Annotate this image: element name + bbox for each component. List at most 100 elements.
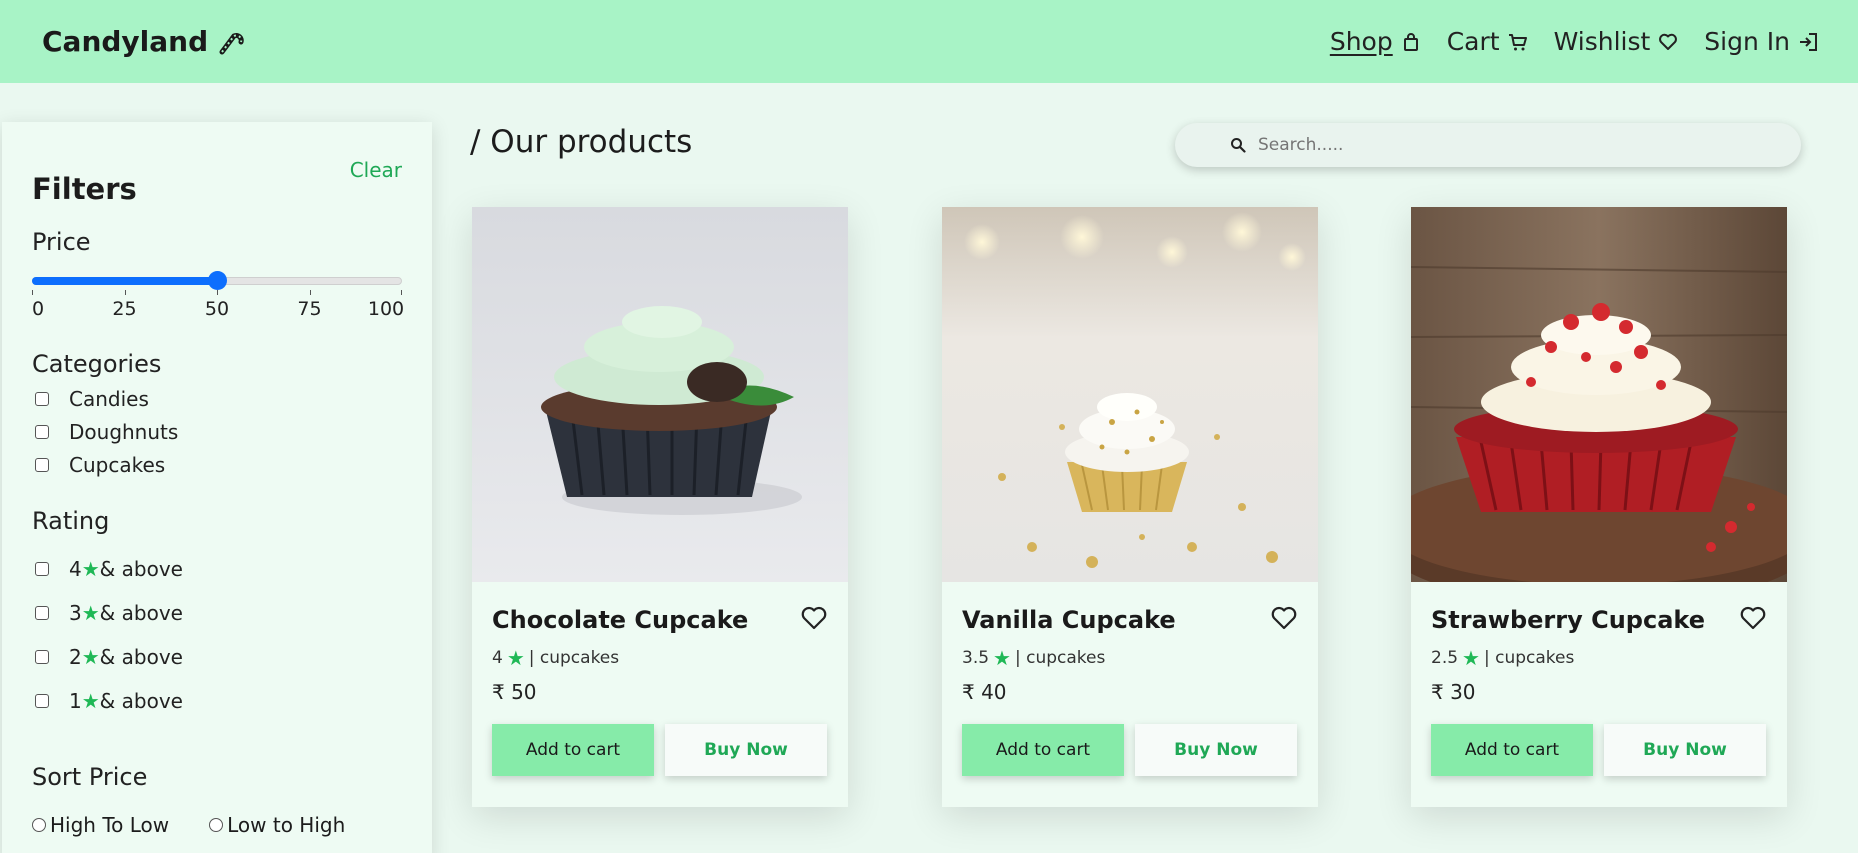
product-category: | cupcakes bbox=[1483, 648, 1575, 668]
product-card-chocolate[interactable]: Chocolate Cupcake 4 ★ | cupcakes ₹ 50 Ad… bbox=[472, 207, 848, 807]
rating-3-checkbox[interactable] bbox=[35, 606, 49, 620]
nav-cart-label: Cart bbox=[1446, 27, 1500, 56]
star-icon: ★ bbox=[993, 646, 1011, 670]
rating-1-checkbox[interactable] bbox=[35, 694, 49, 708]
search-bar[interactable] bbox=[1175, 123, 1801, 167]
sort-high-to-low[interactable]: High To Low bbox=[32, 813, 169, 837]
rating-1-above[interactable]: 1★& above bbox=[32, 689, 402, 713]
category-label: Cupcakes bbox=[69, 453, 166, 477]
product-rating: 3.5 bbox=[962, 648, 990, 668]
add-to-cart-button[interactable]: Add to cart bbox=[962, 724, 1124, 776]
rating-suffix: & above bbox=[99, 689, 183, 713]
main-nav: Shop Cart Wishlist Sign In bbox=[1330, 27, 1818, 56]
slider-tick-label: 75 bbox=[297, 298, 322, 320]
top-navbar: Candyland Shop Cart Wishlist Sign In bbox=[0, 0, 1858, 83]
product-meta: 3.5 ★ | cupcakes bbox=[962, 646, 1298, 670]
product-title: Vanilla Cupcake bbox=[962, 606, 1176, 634]
category-label: Doughnuts bbox=[69, 420, 179, 444]
brand-logo[interactable]: Candyland bbox=[42, 25, 244, 58]
category-doughnuts-checkbox[interactable] bbox=[35, 425, 49, 439]
sort-low-to-high[interactable]: Low to High bbox=[209, 813, 345, 837]
rating-label: 4★& above bbox=[69, 557, 183, 581]
buy-now-button[interactable]: Buy Now bbox=[665, 724, 827, 776]
cart-icon bbox=[1508, 33, 1527, 50]
product-card-vanilla[interactable]: Vanilla Cupcake 3.5 ★ | cupcakes ₹ 40 Ad… bbox=[942, 207, 1318, 807]
price-slider[interactable]: 0 25 50 75 100 bbox=[32, 270, 404, 320]
sort-price-title: Sort Price bbox=[32, 763, 148, 791]
product-meta: 4 ★ | cupcakes bbox=[492, 646, 828, 670]
price-slider-ticks bbox=[32, 290, 402, 296]
buy-now-button[interactable]: Buy Now bbox=[1135, 724, 1297, 776]
product-rating: 2.5 bbox=[1431, 648, 1459, 668]
star-icon: ★ bbox=[506, 646, 525, 670]
slider-tick bbox=[401, 290, 402, 295]
category-candies[interactable]: Candies bbox=[32, 387, 402, 411]
star-icon: ★ bbox=[81, 645, 100, 669]
rating-suffix: & above bbox=[99, 557, 183, 581]
brand-name: Candyland bbox=[42, 25, 209, 58]
star-icon: ★ bbox=[1462, 646, 1480, 670]
product-image-strawberry-cupcake[interactable] bbox=[1411, 207, 1787, 582]
price-slider-fill bbox=[32, 277, 217, 285]
buy-now-button[interactable]: Buy Now bbox=[1604, 724, 1766, 776]
rating-4-above[interactable]: 4★& above bbox=[32, 557, 402, 581]
rating-3-above[interactable]: 3★& above bbox=[32, 601, 402, 625]
wishlist-heart-icon[interactable] bbox=[1739, 604, 1767, 632]
rating-label: 1★& above bbox=[69, 689, 183, 713]
price-slider-thumb[interactable] bbox=[208, 271, 227, 290]
add-to-cart-button[interactable]: Add to cart bbox=[1431, 724, 1593, 776]
rating-value: 4 bbox=[69, 557, 82, 581]
rating-value: 1 bbox=[69, 689, 82, 713]
sort-low-to-high-radio[interactable] bbox=[209, 818, 224, 832]
product-card-strawberry[interactable]: Strawberry Cupcake 2.5 ★ | cupcakes ₹ 30… bbox=[1411, 207, 1787, 807]
sort-label: High To Low bbox=[50, 813, 170, 837]
filters-sidebar: Filters Clear Price 0 25 50 75 100 Categorie… bbox=[2, 122, 432, 853]
product-title: Strawberry Cupcake bbox=[1431, 606, 1705, 634]
wishlist-heart-icon[interactable] bbox=[800, 604, 828, 632]
nav-wishlist-label: Wishlist bbox=[1553, 27, 1651, 56]
star-icon: ★ bbox=[81, 601, 100, 625]
category-doughnuts[interactable]: Doughnuts bbox=[32, 420, 402, 444]
category-label: Candies bbox=[69, 387, 149, 411]
sort-high-to-low-radio[interactable] bbox=[32, 818, 46, 832]
clear-filters-button[interactable]: Clear bbox=[350, 158, 402, 182]
shopping-bag-icon bbox=[1403, 32, 1418, 51]
product-image-vanilla-cupcake[interactable] bbox=[942, 207, 1318, 582]
product-price: ₹ 30 bbox=[1431, 680, 1476, 704]
add-to-cart-button[interactable]: Add to cart bbox=[492, 724, 654, 776]
product-category: | cupcakes bbox=[528, 648, 620, 668]
product-image-chocolate-cupcake[interactable] bbox=[472, 207, 848, 582]
slider-tick-label: 50 bbox=[204, 298, 230, 320]
slider-tick-label: 25 bbox=[112, 298, 137, 320]
product-rating: 4 bbox=[492, 648, 503, 668]
heart-icon bbox=[1659, 33, 1678, 50]
nav-wishlist[interactable]: Wishlist bbox=[1554, 27, 1679, 56]
rating-2-checkbox[interactable] bbox=[35, 650, 49, 664]
rating-suffix: & above bbox=[99, 645, 183, 669]
rating-2-above[interactable]: 2★& above bbox=[32, 645, 402, 669]
nav-signin[interactable]: Sign In bbox=[1704, 27, 1818, 56]
rating-suffix: & above bbox=[99, 601, 183, 625]
nav-signin-label: Sign In bbox=[1704, 27, 1790, 56]
slider-tick-label: 100 bbox=[367, 298, 405, 320]
slider-tick bbox=[32, 290, 33, 295]
search-input[interactable] bbox=[1258, 135, 1758, 155]
rating-value: 3 bbox=[69, 601, 82, 625]
slider-tick-label: 0 bbox=[31, 298, 45, 320]
star-icon: ★ bbox=[81, 689, 100, 713]
product-category: | cupcakes bbox=[1014, 648, 1106, 668]
category-candies-checkbox[interactable] bbox=[35, 392, 49, 406]
wishlist-heart-icon[interactable] bbox=[1270, 604, 1298, 632]
star-icon: ★ bbox=[81, 557, 100, 581]
rating-4-checkbox[interactable] bbox=[35, 562, 49, 576]
slider-tick bbox=[309, 290, 311, 295]
filters-title: Filters bbox=[32, 172, 137, 206]
sort-options: High To Low Low to High bbox=[32, 813, 402, 837]
nav-shop[interactable]: Shop bbox=[1330, 27, 1421, 56]
category-cupcakes-checkbox[interactable] bbox=[35, 458, 49, 472]
nav-cart[interactable]: Cart bbox=[1447, 27, 1528, 56]
product-title: Chocolate Cupcake bbox=[492, 606, 749, 634]
slider-tick bbox=[217, 290, 218, 295]
rating-title: Rating bbox=[32, 507, 110, 535]
category-cupcakes[interactable]: Cupcakes bbox=[32, 453, 402, 477]
